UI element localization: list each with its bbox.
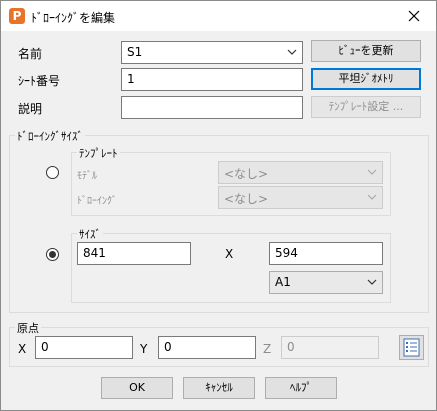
model-label: ﾓﾃﾞﾙ [77,171,97,182]
origin-z-input[interactable]: 0 [281,336,379,359]
close-button[interactable] [392,1,436,31]
template-group-title: ﾃﾝﾌﾟﾚｰﾄ [77,145,120,161]
help-button[interactable]: ﾍﾙﾌﾟ [265,377,337,399]
model-select[interactable]: <なし> [218,161,383,184]
window-title: ﾄﾞﾛｰｲﾝｸﾞを編集 [31,11,116,25]
size-x-label: X [225,247,234,261]
close-icon [408,10,420,22]
pick-origin-button[interactable] [399,335,424,360]
origin-title: 原点 [15,320,41,336]
edit-drawing-dialog: P ﾄﾞﾛｰｲﾝｸﾞを編集 名前 S1 ﾋﾞｭｰを更新 ｼｰﾄ番号 1 平坦ｼﾞ… [0,0,437,411]
size-group-title: ｻｲｽﾞ [77,226,103,242]
update-view-button[interactable]: ﾋﾞｭｰを更新 [311,40,421,62]
chevron-down-icon [367,194,377,200]
description-label: 説明 [18,102,43,116]
chevron-down-icon [367,279,377,285]
origin-y-input[interactable]: 0 [158,336,256,359]
origin-x-input[interactable]: 0 [35,336,133,359]
ok-button[interactable]: OK [101,377,173,399]
paper-size-select[interactable]: A1 [269,271,383,294]
cancel-button[interactable]: ｷｬﾝｾﾙ [183,377,255,399]
origin-x-label: X [18,342,27,356]
size-radio[interactable] [46,248,59,261]
width-input[interactable]: 841 [77,242,191,265]
description-input[interactable] [121,96,303,119]
origin-z-label: Z [263,342,272,356]
chevron-down-icon [287,49,297,55]
flat-geometry-button[interactable]: 平坦ｼﾞｵﾒﾄﾘ [311,68,421,90]
template-radio[interactable] [46,166,59,179]
name-select[interactable]: S1 [121,41,303,64]
name-label: 名前 [18,47,43,61]
list-icon [403,338,420,357]
radio-selected-dot [49,251,56,258]
chevron-down-icon [367,169,377,175]
app-logo-icon: P [9,8,25,24]
sheet-number-label: ｼｰﾄ番号 [18,74,61,88]
drawing-select[interactable]: <なし> [218,186,383,209]
height-input[interactable]: 594 [269,242,383,265]
template-settings-button[interactable]: ﾃﾝﾌﾟﾚｰﾄ設定 ... [311,96,421,118]
paper-size-value: A1 [275,275,291,289]
sheet-number-input[interactable]: 1 [121,68,303,91]
drawing-value: <なし> [224,192,269,206]
drawing-size-title: ﾄﾞﾛｰｲﾝｸﾞｻｲｽﾞ [15,128,85,144]
origin-y-label: Y [140,342,148,356]
drawing-label: ﾄﾞﾛｰｲﾝｸﾞ [77,196,117,207]
name-value: S1 [127,45,143,59]
model-value: <なし> [224,167,269,181]
title-bar: P ﾄﾞﾛｰｲﾝｸﾞを編集 [1,1,436,31]
